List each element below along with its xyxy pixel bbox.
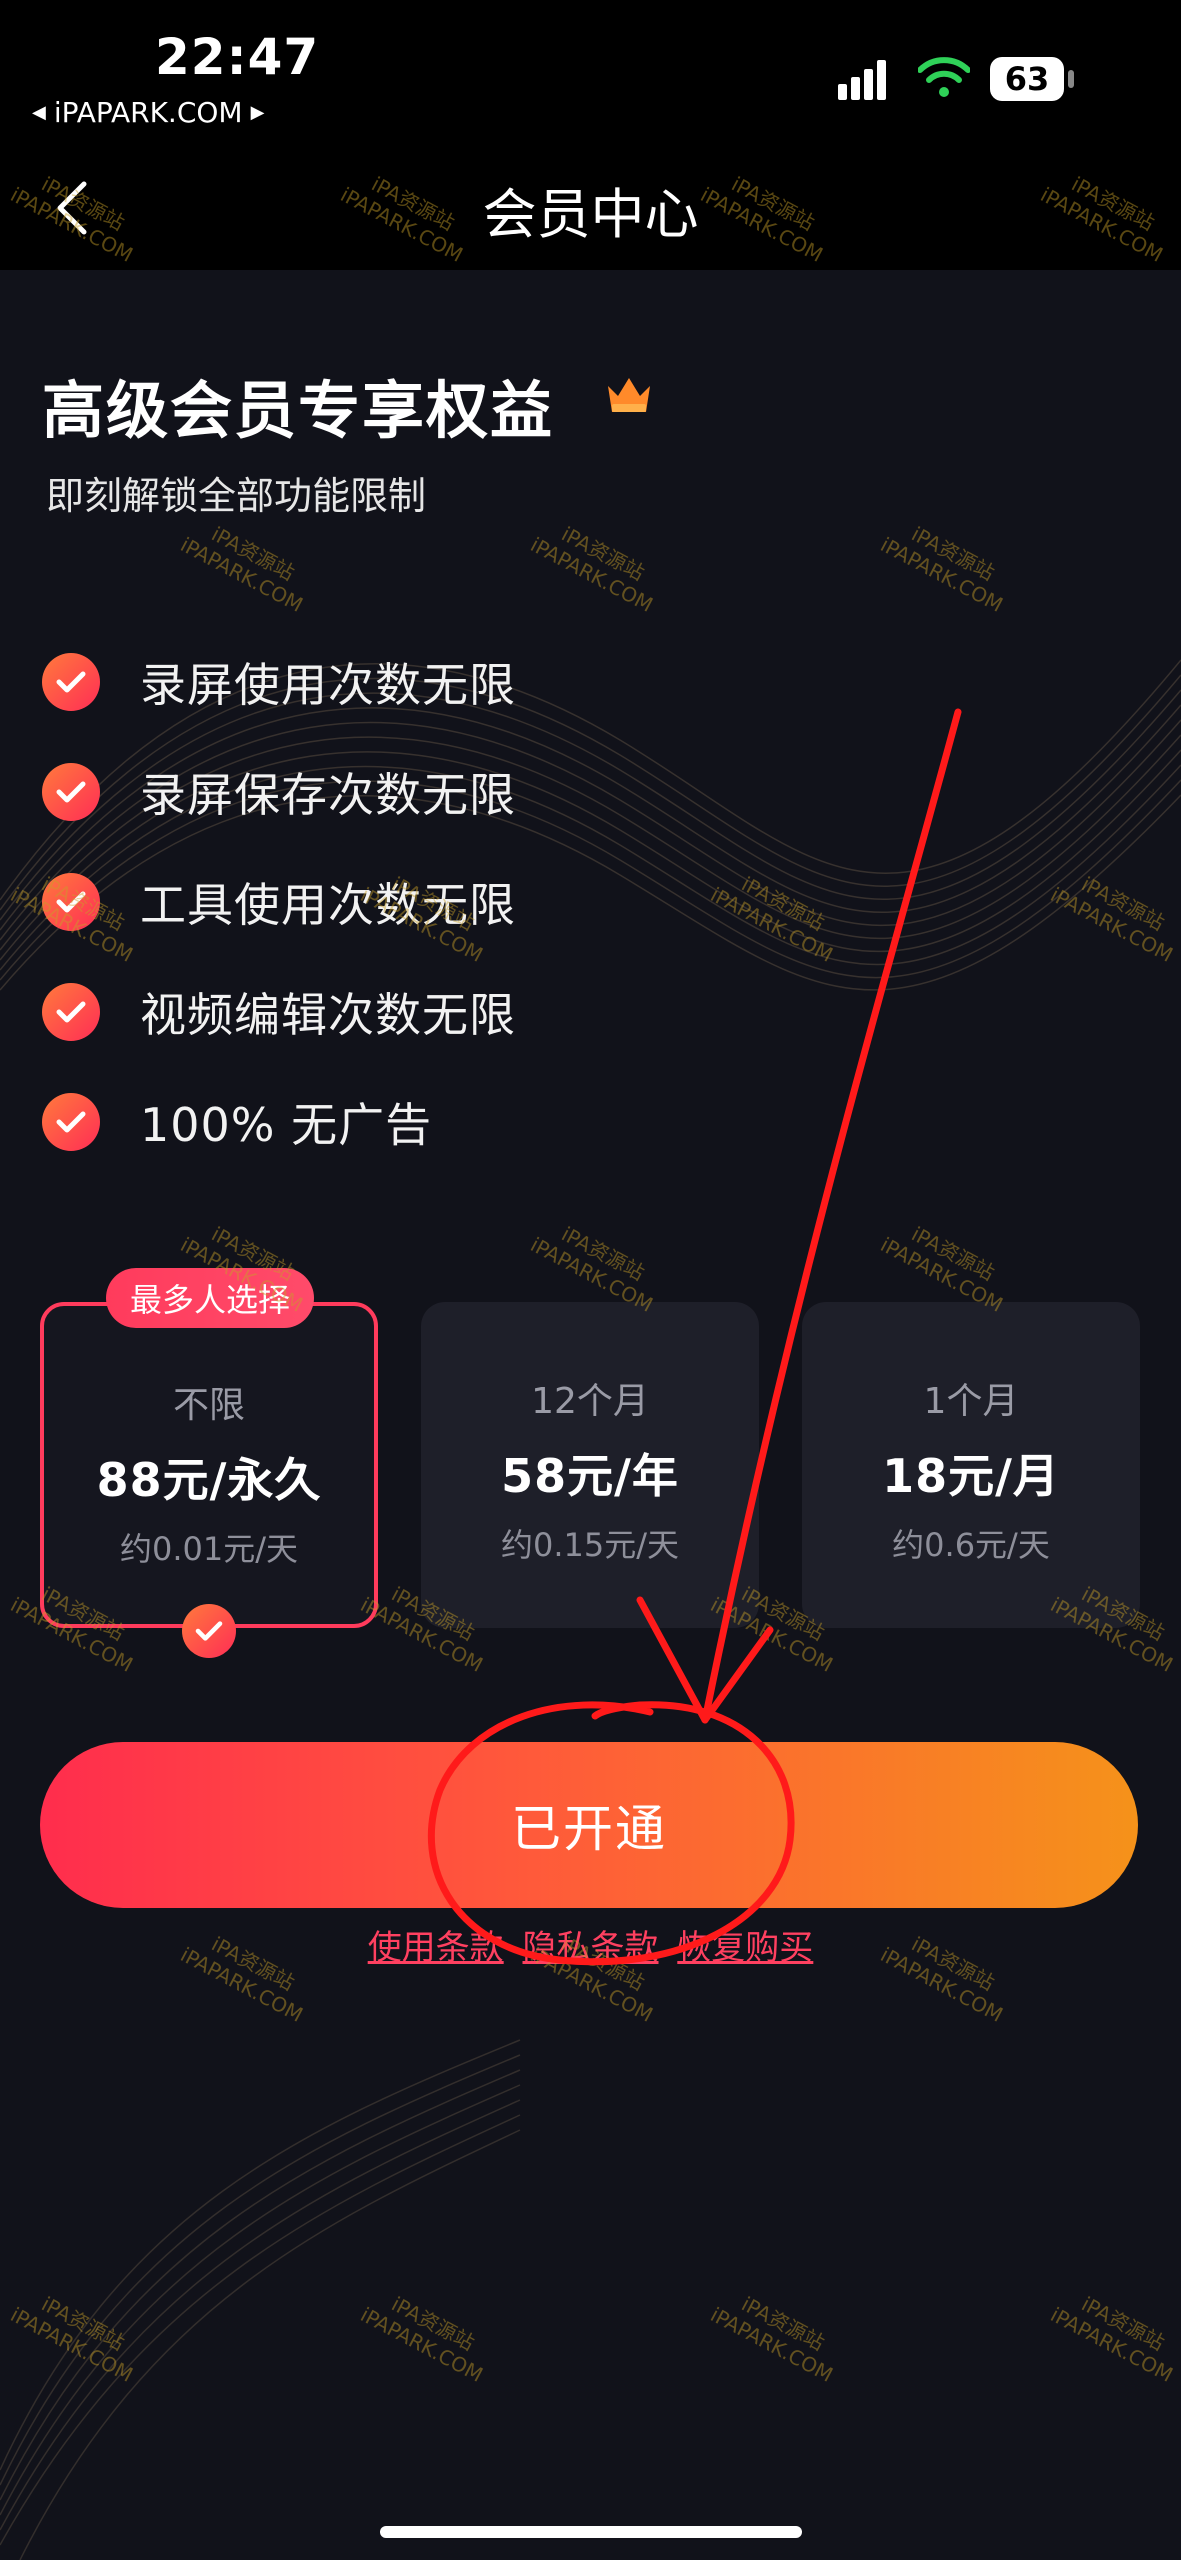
signal-icon [838,60,886,100]
check-icon [42,653,100,711]
benefit-label: 100% 无广告 [140,1098,433,1152]
check-icon [42,983,100,1041]
watermark: iPA资源站 iPAPARK.COM [1046,2291,1177,2387]
crown-icon [608,378,650,412]
benefit-item: 100% 无广告 [42,1092,432,1152]
battery-cap [1068,70,1074,88]
plan-card-yearly[interactable]: 12个月 58元/年 约0.15元/天 [421,1302,759,1628]
activated-button[interactable]: 已开通 [40,1742,1138,1908]
check-icon [42,1093,100,1151]
benefit-label: 工具使用次数无限 [140,878,516,932]
watermark: iPA资源站 iPAPARK.COM [526,1221,657,1317]
plan-card-monthly[interactable]: 1个月 18元/月 约0.6元/天 [802,1302,1140,1628]
plan-price: 18元/月 [882,1449,1060,1503]
plan-price: 58元/年 [501,1449,679,1503]
plan-daily-price: 约0.15元/天 [500,1526,680,1564]
status-carrier: ◀ iPAPARK.COM ▶ [32,96,264,129]
check-icon [42,873,100,931]
benefits-subtitle: 即刻解锁全部功能限制 [46,474,427,518]
plan-daily-price: 约0.6元/天 [892,1526,1050,1564]
watermark: iPA资源站 iPAPARK.COM [706,2291,837,2387]
popular-badge: 最多人选择 [106,1268,314,1328]
wave-decoration-bottom [0,2039,521,2560]
plan-card-lifetime[interactable]: 不限 88元/永久 约0.01元/天 [40,1302,378,1628]
benefits-headline: 高级会员专享权益 [42,374,555,447]
benefit-label: 录屏使用次数无限 [140,658,516,712]
plan-daily-price: 约0.01元/天 [119,1530,299,1568]
benefit-item: 录屏保存次数无限 [42,762,516,822]
carrier-label: iPAPARK.COM [53,96,243,129]
forward-icon: ▶ [250,102,265,123]
benefit-item: 视频编辑次数无限 [42,982,516,1042]
plan-name: 不限 [172,1385,245,1426]
plan-name: 12个月 [531,1381,649,1422]
benefit-label: 视频编辑次数无限 [140,988,516,1042]
benefit-item: 录屏使用次数无限 [42,652,516,712]
plan-name: 1个月 [923,1381,1019,1422]
restore-purchase-link[interactable]: 恢复购买 [677,1928,813,1968]
wifi-icon [918,57,970,97]
terms-link[interactable]: 使用条款 [368,1928,504,1968]
check-icon [42,763,100,821]
page-title: 会员中心 [482,183,699,246]
footer-links: 使用条款 隐私条款 恢复购买 [0,1920,1181,1969]
privacy-link[interactable]: 隐私条款 [523,1928,659,1968]
selected-check-icon [182,1604,236,1658]
home-indicator [380,2526,802,2538]
benefit-label: 录屏保存次数无限 [140,768,516,822]
watermark: iPA资源站 iPAPARK.COM [876,1221,1007,1317]
back-to-app-icon: ◀ [32,102,46,123]
plan-price: 88元/永久 [96,1453,322,1507]
status-time: 22:47 [155,28,320,86]
battery-indicator: 63 [990,57,1064,101]
benefit-item: 工具使用次数无限 [42,872,516,932]
